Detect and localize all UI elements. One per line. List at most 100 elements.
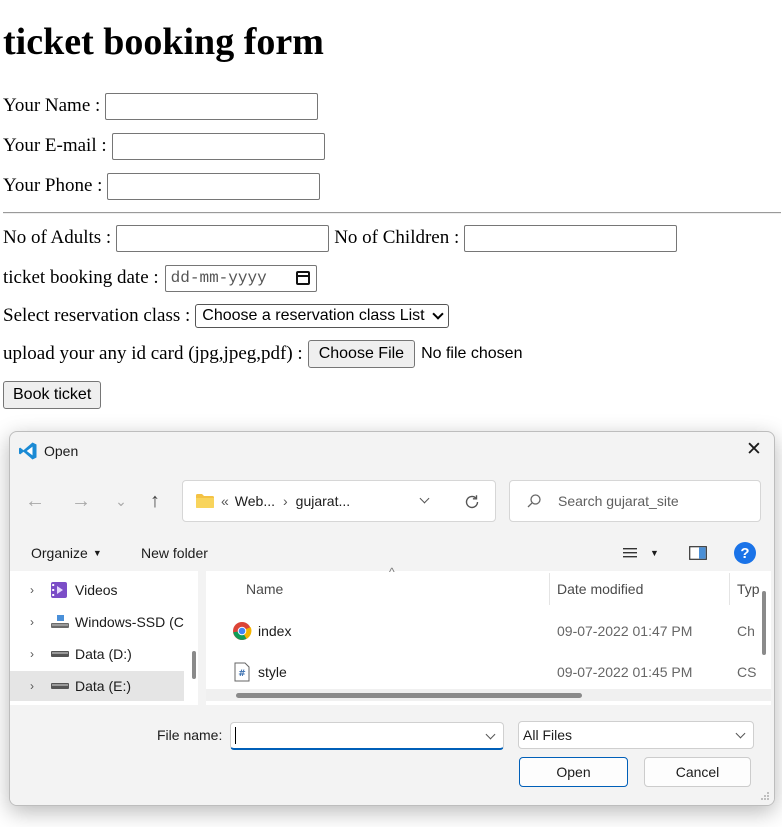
filetype-value: All Files <box>523 727 573 743</box>
chevron-down-icon <box>431 308 444 320</box>
calendar-icon[interactable] <box>295 271 310 285</box>
search-placeholder: Search gujarat_site <box>558 493 679 509</box>
column-separator[interactable] <box>549 573 550 605</box>
email-label: Your E-mail : <box>3 135 107 156</box>
view-options-button[interactable]: ▼ <box>622 542 659 564</box>
chevron-right-icon[interactable]: › <box>30 679 34 693</box>
date-row: ticket booking date : dd-mm-yyyy <box>3 264 317 292</box>
sidebar-item-data-e[interactable]: › Data (E:) <box>10 671 184 701</box>
chevron-down-icon <box>735 728 746 739</box>
drive-icon <box>51 615 69 628</box>
chevron-right-icon[interactable]: › <box>30 583 34 597</box>
file-row[interactable]: index 09-07-2022 01:47 PM Ch <box>206 614 771 648</box>
filetype-select[interactable]: All Files <box>518 721 754 749</box>
sidebar-item-label: Videos <box>75 582 118 598</box>
drive-icon <box>51 651 69 657</box>
folder-icon <box>196 494 214 508</box>
dialog-titlebar: Open <box>18 440 78 462</box>
resize-grip-icon[interactable] <box>760 791 770 801</box>
column-header-type[interactable]: Typ <box>737 571 760 607</box>
recent-locations-icon[interactable]: ⌄ <box>108 488 134 514</box>
sidebar-item-label: Windows-SSD (C <box>75 614 184 630</box>
preview-pane-icon[interactable] <box>689 546 707 560</box>
phone-row: Your Phone : <box>3 172 321 200</box>
passengers-row: No of Adults : No of Children : <box>3 224 678 252</box>
organize-label: Organize <box>31 545 88 561</box>
new-folder-button[interactable]: New folder <box>141 543 208 563</box>
file-date: 09-07-2022 01:45 PM <box>557 664 693 680</box>
children-label: No of Children : <box>334 227 460 248</box>
class-selected-value: Choose a reservation class List <box>202 307 425 324</box>
horizontal-scrollbar[interactable] <box>236 693 582 698</box>
help-icon[interactable]: ? <box>734 542 756 564</box>
forward-icon[interactable]: → <box>68 488 94 514</box>
file-row[interactable]: # style 09-07-2022 01:45 PM CS <box>206 655 771 689</box>
sidebar-item-data-d[interactable]: › Data (D:) <box>10 639 184 669</box>
search-icon <box>527 494 541 508</box>
chevron-right-icon[interactable]: › <box>30 615 34 629</box>
column-header-date[interactable]: Date modified <box>557 571 643 607</box>
phone-label: Your Phone : <box>3 175 103 196</box>
close-icon[interactable]: ✕ <box>743 438 765 460</box>
horizontal-scroll-track <box>206 689 771 701</box>
open-button[interactable]: Open <box>519 757 628 787</box>
no-file-text: No file chosen <box>421 345 523 362</box>
column-header-name[interactable]: Name <box>246 571 283 607</box>
breadcrumb-separator: › <box>283 493 288 509</box>
cancel-button[interactable]: Cancel <box>644 757 751 787</box>
choose-file-button[interactable]: Choose File <box>307 340 416 368</box>
name-row: Your Name : <box>3 92 319 120</box>
dialog-title: Open <box>44 443 79 459</box>
date-label: ticket booking date : <box>3 267 159 288</box>
breadcrumb-prefix: « <box>221 493 229 509</box>
column-separator[interactable] <box>729 573 730 605</box>
date-placeholder: dd-mm-yyyy <box>170 269 267 287</box>
email-row: Your E-mail : <box>3 132 325 160</box>
breadcrumb-segment[interactable]: Web... <box>235 493 275 509</box>
adults-input[interactable] <box>116 224 330 252</box>
email-input[interactable] <box>111 132 325 160</box>
chevron-right-icon[interactable]: › <box>30 647 34 661</box>
sidebar-item-videos[interactable]: › Videos <box>10 575 184 605</box>
sidebar-item-label: Data (E:) <box>75 678 132 694</box>
file-type: CS <box>737 664 757 680</box>
css-file-icon: # <box>234 662 250 682</box>
sidebar-item-windows-ssd[interactable]: › Windows-SSD (C <box>10 607 184 637</box>
svg-text:#: # <box>238 669 246 679</box>
caret-down-icon: ▼ <box>650 548 659 558</box>
filename-label: File name: <box>157 727 223 743</box>
drive-icon <box>51 683 69 689</box>
sidebar-scrollbar[interactable] <box>192 651 196 679</box>
file-name: style <box>258 664 287 680</box>
book-ticket-button[interactable]: Book ticket <box>3 381 102 409</box>
sidebar-item-label: Data (D:) <box>75 646 132 662</box>
sort-up-icon: ^ <box>389 565 395 579</box>
refresh-icon[interactable] <box>463 493 481 511</box>
list-view-icon <box>623 548 637 558</box>
file-type: Ch <box>737 623 755 639</box>
booking-date-input[interactable]: dd-mm-yyyy <box>164 264 317 292</box>
phone-input[interactable] <box>107 172 321 200</box>
chevron-down-icon[interactable] <box>485 729 496 740</box>
divider <box>3 212 781 214</box>
filename-combobox[interactable] <box>230 722 504 750</box>
file-date: 09-07-2022 01:47 PM <box>557 623 693 639</box>
upload-row: upload your any id card (jpg,jpeg,pdf) :… <box>3 340 522 368</box>
breadcrumb-segment[interactable]: gujarat... <box>296 493 350 509</box>
vertical-scrollbar[interactable] <box>762 591 766 655</box>
up-folder-icon[interactable]: ↑ <box>142 488 168 514</box>
navigation-pane: › Videos › Windows-SSD (C › Data (D:) › … <box>10 571 198 705</box>
open-file-dialog: Open ✕ ← → ⌄ ↑ « Web... › gujarat... Sea… <box>9 431 775 806</box>
back-icon[interactable]: ← <box>22 488 48 514</box>
organize-button[interactable]: Organize ▼ <box>31 543 102 563</box>
class-row: Select reservation class : Choose a rese… <box>3 302 449 330</box>
address-dropdown-icon[interactable] <box>419 493 430 504</box>
address-bar[interactable]: « Web... › gujarat... <box>182 480 496 522</box>
reservation-class-select[interactable]: Choose a reservation class List <box>195 304 449 328</box>
adults-label: No of Adults : <box>3 227 112 248</box>
file-name: index <box>258 623 292 639</box>
dialog-footer <box>10 705 774 805</box>
name-input[interactable] <box>105 92 319 120</box>
search-box[interactable]: Search gujarat_site <box>509 480 761 522</box>
children-input[interactable] <box>464 224 678 252</box>
